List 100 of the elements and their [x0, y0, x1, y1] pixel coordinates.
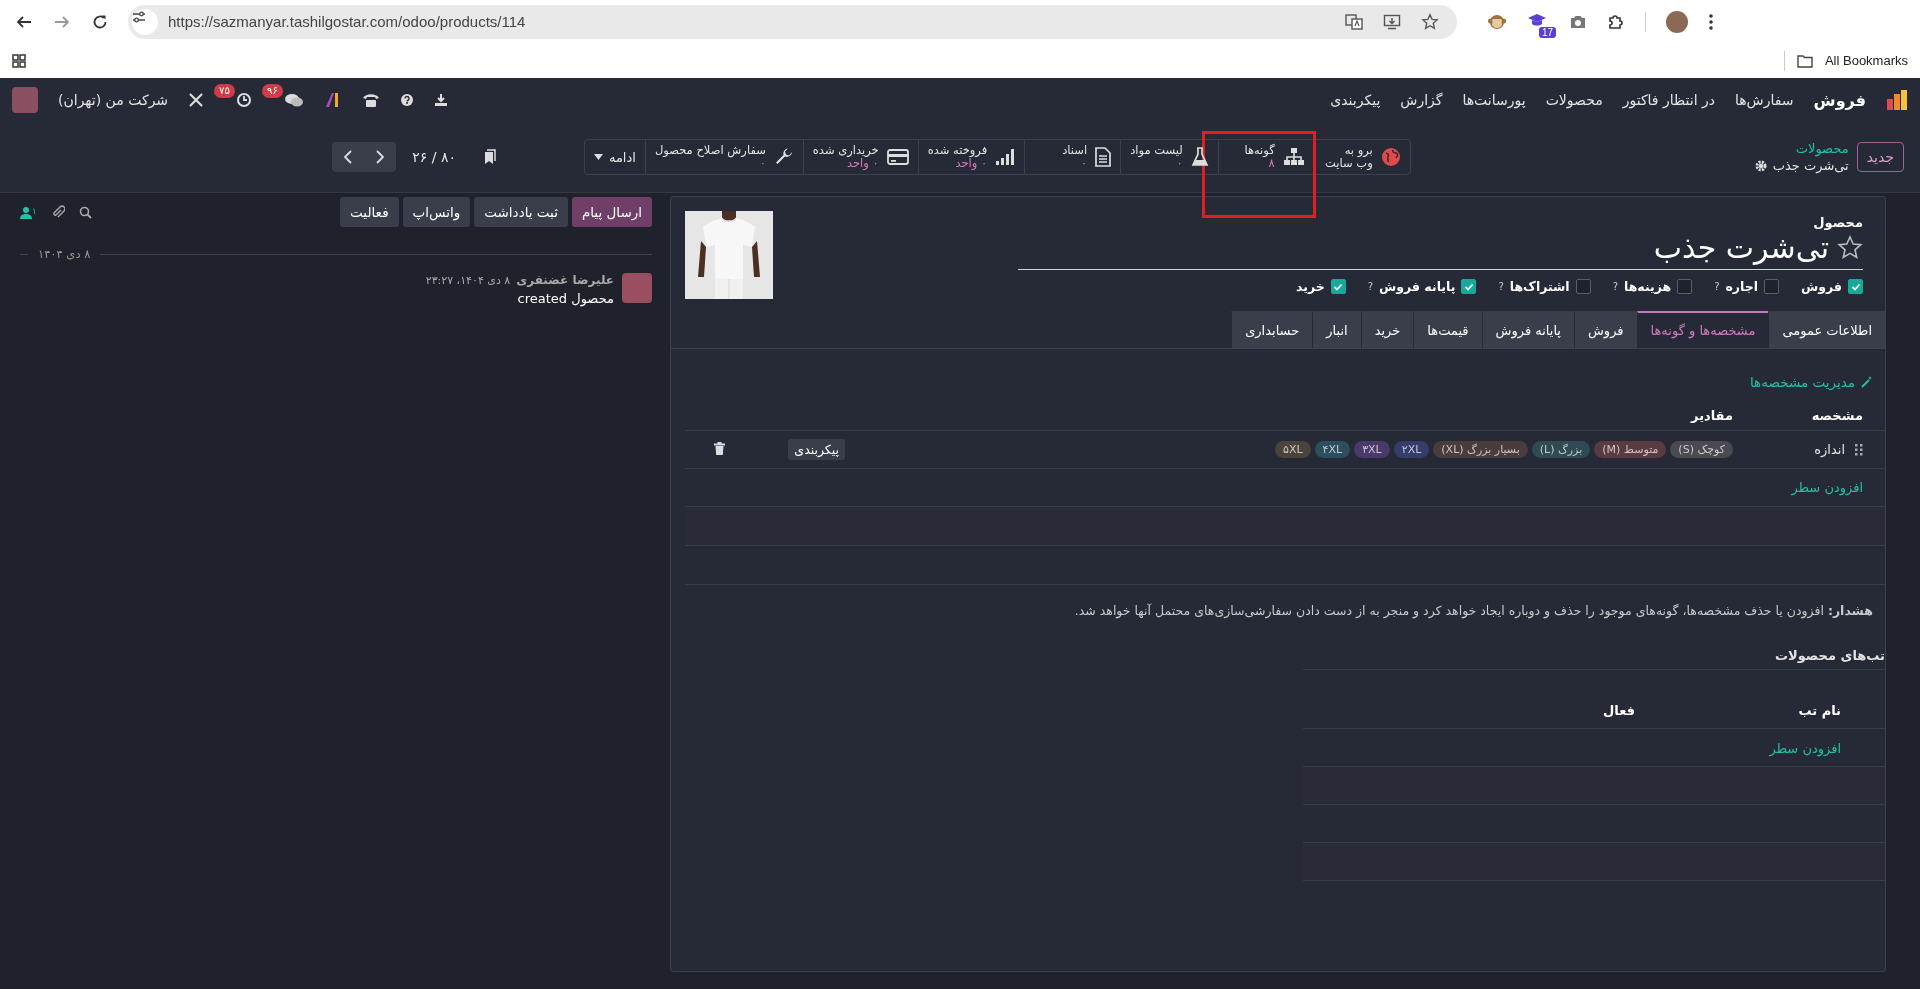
tab[interactable]: اطلاعات عمومی [1768, 311, 1885, 348]
app-logo-icon[interactable] [1886, 89, 1908, 111]
checkmark-icon [1333, 281, 1344, 292]
profile-avatar[interactable] [1666, 10, 1688, 33]
clock-icon[interactable] [236, 92, 253, 108]
smart-button[interactable]: لیست مواد ۰ [1120, 140, 1218, 174]
next-button[interactable] [364, 142, 397, 172]
company-switcher[interactable]: شرکت من (تهران) [58, 92, 169, 108]
document-icon [1095, 147, 1112, 167]
app-name[interactable]: فروش [1813, 90, 1866, 110]
column-header[interactable]: نام تب [1798, 702, 1841, 718]
all-bookmarks-link[interactable]: All Bookmarks [1824, 53, 1908, 68]
smart-button[interactable]: خریداری شده ۰ واحد [802, 140, 918, 174]
smart-button[interactable]: گونه‌ها ۸ [1217, 140, 1314, 174]
menu-item[interactable]: محصولات [1545, 92, 1603, 108]
tab[interactable]: حسابداری [1231, 311, 1313, 348]
value-tag[interactable]: ۲XL [1393, 441, 1430, 458]
chatter-button[interactable]: فعالیت [340, 197, 399, 227]
menu-item[interactable]: در انتظار فاکتور [1622, 92, 1715, 108]
checkbox[interactable] [1848, 279, 1863, 294]
add-line-link[interactable]: افزودن سطر [1769, 741, 1841, 756]
chatter-button[interactable]: ثبت یادداشت [474, 197, 568, 227]
new-button[interactable]: جدید [1856, 142, 1904, 172]
chat-icon[interactable] [284, 92, 305, 108]
follower-count: ۱ [32, 205, 37, 216]
browser-menu-icon[interactable] [1708, 12, 1714, 31]
download-icon[interactable] [434, 93, 449, 107]
checkbox-label: هزینه‌ها [1623, 279, 1672, 294]
apps-grid-icon[interactable] [12, 53, 26, 68]
value-tag[interactable]: ۳XL [1354, 441, 1390, 458]
tab[interactable]: فروش [1574, 311, 1637, 348]
add-line-link[interactable]: افزودن سطر [1791, 480, 1863, 495]
menu-item[interactable]: پورسانت‌ها [1462, 92, 1526, 108]
help-icon[interactable] [400, 93, 415, 107]
favorite-star-icon[interactable] [1837, 234, 1863, 261]
value-tag[interactable]: کوچک (S) [1670, 441, 1733, 458]
pager-counter[interactable]: ۲۶ / ۸۰ [412, 149, 456, 165]
checkbox[interactable] [1330, 279, 1346, 294]
bookmark-star-icon[interactable] [1421, 12, 1439, 31]
smart-button[interactable]: برو به وب سایت [1313, 140, 1410, 174]
configure-button[interactable]: پیکربندی [788, 439, 845, 460]
value-tag[interactable]: متوسط (M) [1594, 441, 1667, 458]
help-tooltip-mark[interactable]: ? [1498, 281, 1504, 292]
tab[interactable]: پایانه فروش [1481, 311, 1574, 348]
checkbox[interactable] [1764, 279, 1779, 294]
chatter-button[interactable]: واتس‌اپ [402, 197, 471, 227]
address-bar[interactable]: https://sazmanyar.tashilgostar.com/odoo/products/114 [128, 4, 1457, 39]
help-tooltip-mark[interactable]: ? [1714, 281, 1720, 292]
signal-bars-icon [995, 148, 1016, 166]
site-info-icon[interactable] [132, 8, 158, 35]
value-tag[interactable]: بسیار بزرگ (XL) [1433, 441, 1528, 458]
menu-item[interactable]: گزارش [1400, 92, 1443, 108]
paperclip-icon[interactable] [50, 205, 65, 219]
date-separator: ۸ دی ۱۴۰۴ [38, 247, 91, 261]
smart-button-label: اسناد [1062, 143, 1088, 157]
hierarchy-icon [1282, 147, 1305, 167]
message-author[interactable]: علیرضا غضنفری [516, 273, 614, 287]
trash-icon[interactable] [714, 442, 725, 455]
chevron-right-icon [375, 150, 386, 164]
smart-button[interactable]: اسناد ۰ [1024, 140, 1121, 174]
smart-button-value: ۸ [1268, 157, 1275, 171]
smart-button[interactable]: فروخته شده ۰ واحد [917, 140, 1025, 174]
smart-button-label: لیست مواد [1130, 143, 1183, 157]
help-tooltip-mark[interactable]: ? [1367, 281, 1374, 292]
follower-icon[interactable] [20, 205, 32, 219]
value-tag[interactable]: ۵XL [1275, 441, 1311, 458]
tab[interactable]: خرید [1360, 311, 1414, 348]
menu-item[interactable]: پیکربندی [1330, 92, 1381, 108]
chatter-button[interactable]: ارسال پیام [571, 197, 652, 227]
search-icon[interactable] [78, 205, 92, 219]
smart-button-value: ۰ واحد [846, 157, 879, 171]
more-dropdown[interactable]: ادامه [584, 140, 645, 174]
checkbox[interactable] [1575, 279, 1591, 294]
checkbox[interactable] [1677, 279, 1693, 294]
column-header[interactable]: مشخصه [1811, 407, 1863, 423]
menu-item[interactable]: سفارش‌ها [1734, 92, 1794, 108]
chevron-left-icon [343, 150, 354, 164]
tab[interactable]: قیمت‌ها [1413, 311, 1482, 348]
extensions-puzzle-icon[interactable] [1607, 12, 1625, 31]
translate-icon[interactable] [1345, 12, 1363, 31]
magic-wand-icon [1861, 376, 1873, 388]
help-tooltip-mark[interactable]: ? [1612, 281, 1618, 292]
smart-button-label: برو به [1344, 143, 1373, 157]
tab[interactable]: انبار [1312, 311, 1361, 348]
install-app-icon[interactable] [1383, 12, 1401, 31]
value-tag[interactable]: ۴XL [1314, 441, 1351, 458]
breadcrumb-link[interactable]: محصولات [1795, 141, 1849, 156]
smart-button-label: گونه‌ها [1244, 143, 1275, 157]
drag-handle-icon[interactable] [1855, 443, 1863, 456]
settings-icon[interactable] [1754, 159, 1767, 172]
message-date: ۸ دی ۱۴۰۴، ۲۳:۲۷ [425, 274, 511, 287]
manage-attributes-link[interactable]: مدیریت مشخصه‌ها [1750, 374, 1873, 390]
column-header[interactable]: مقادیر [1691, 407, 1733, 423]
product-name-field[interactable]: تی‌شرت جذب [1653, 230, 1829, 265]
phone-icon[interactable] [362, 92, 381, 108]
smart-button[interactable]: سفارش اصلاح محصول ۰ [644, 140, 803, 174]
checkbox[interactable] [1461, 279, 1477, 294]
column-header[interactable]: فعال [1603, 702, 1635, 718]
previous-button[interactable] [332, 142, 365, 172]
value-tag[interactable]: بزرگ (L) [1531, 441, 1591, 458]
